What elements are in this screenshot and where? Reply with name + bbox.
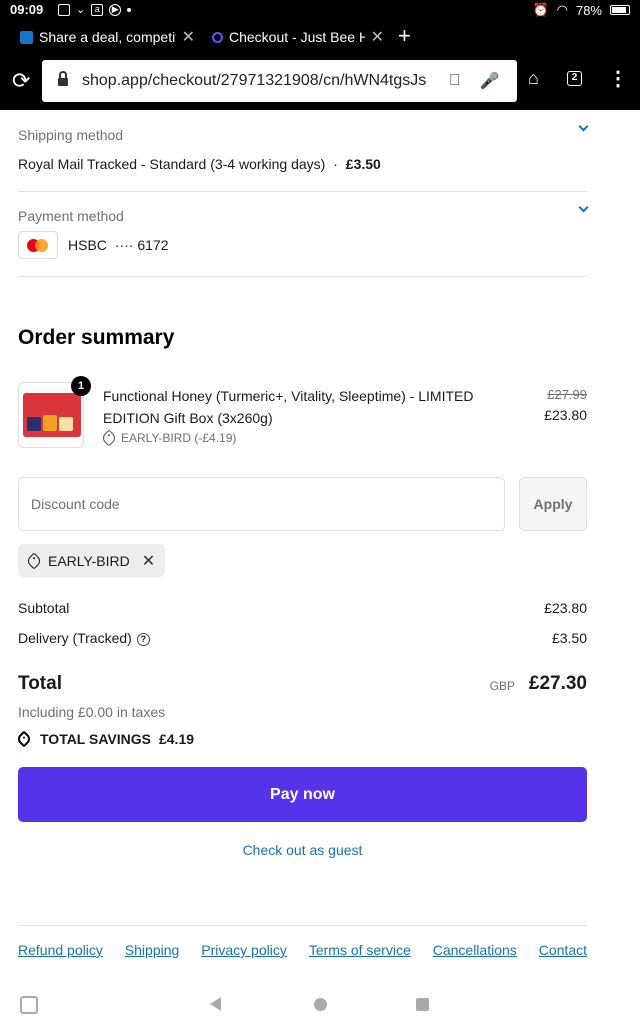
payment-card: HSBC ···· 6172 — [68, 237, 169, 253]
tab-checkout[interactable]: Checkout - Just Bee Ho ✕ — [212, 26, 384, 48]
tag-icon — [100, 429, 118, 447]
bookmark-icon[interactable]: ⎕ — [450, 72, 460, 90]
url-field[interactable]: shop.app/checkout/27971321908/cn/hWN4tgs… — [42, 60, 517, 102]
status-right: ⏰ ◠ 78% — [532, 2, 630, 18]
line-item: 1 Functional Honey (Turmeric+, Vitality,… — [18, 376, 587, 452]
close-icon[interactable]: ✕ — [182, 27, 195, 47]
play-icon: ▶ — [109, 3, 122, 16]
terms-of-service-link[interactable]: Terms of service — [309, 942, 411, 958]
tab-title: Checkout - Just Bee Ho — [229, 29, 365, 45]
remove-discount-icon[interactable]: ✕ — [142, 551, 155, 571]
card-dots: ···· — [114, 237, 134, 253]
amazon-icon: a — [91, 3, 104, 16]
tag-icon — [25, 552, 43, 569]
shipping-method-value: Royal Mail Tracked - Standard (3-4 worki… — [18, 156, 381, 172]
shipping-method-label: Shipping method — [18, 127, 124, 143]
notification-icons: ⌄ a ▶ — [58, 3, 132, 16]
privacy-policy-link[interactable]: Privacy policy — [201, 942, 287, 958]
total-savings: TOTAL SAVINGS £4.19 — [15, 730, 195, 748]
apply-button[interactable]: Apply — [519, 477, 587, 531]
savings-label: TOTAL SAVINGS — [40, 731, 151, 747]
delivery-label-wrap: Delivery (Tracked)? — [18, 630, 150, 646]
original-price: £27.99 — [547, 387, 587, 402]
product-name: Functional Honey (Turmeric+, Vitality, S… — [103, 388, 474, 426]
menu-icon[interactable]: ⋮ — [608, 66, 628, 91]
guest-checkout-link: Check out as guest — [18, 842, 587, 858]
wifi-icon: ◠ — [556, 2, 568, 17]
payment-method-section[interactable]: Payment method HSBC ···· 6172 — [18, 192, 589, 277]
shipping-link[interactable]: Shipping — [125, 942, 180, 958]
total-currency: GBP — [489, 679, 515, 693]
battery-icon — [610, 5, 630, 15]
back-icon[interactable] — [210, 997, 221, 1011]
delivery-value: £3.50 — [551, 630, 587, 646]
battery-percent: 78% — [575, 2, 602, 18]
close-icon[interactable]: ✕ — [371, 27, 384, 47]
guest-checkout-text[interactable]: Check out as guest — [243, 842, 363, 858]
checkout-content: Shipping method Royal Mail Tracked - Sta… — [15, 110, 589, 958]
chevron-down-icon[interactable] — [578, 121, 589, 132]
cancellations-link[interactable]: Cancellations — [433, 942, 517, 958]
pay-now-button[interactable]: Pay now — [18, 767, 587, 822]
url-text[interactable]: shop.app/checkout/27971321908/cn/hWN4tgs… — [82, 72, 442, 90]
new-tab-icon[interactable]: + — [398, 23, 411, 49]
discounted-price: £23.80 — [544, 407, 587, 423]
shipping-method-name: Royal Mail Tracked - Standard (3-4 worki… — [18, 156, 326, 172]
card-last4: 6172 — [137, 237, 169, 253]
discount-code-input[interactable] — [18, 477, 505, 531]
subtotal-label: Subtotal — [18, 600, 70, 616]
total-label: Total — [18, 673, 62, 694]
hotukdeals-favicon-icon — [20, 30, 33, 44]
address-bar: ⟳ shop.app/checkout/27971321908/cn/hWN4t… — [0, 52, 640, 110]
shipping-method-section[interactable]: Shipping method Royal Mail Tracked - Sta… — [18, 110, 589, 192]
tab-hotukdeals[interactable]: Share a deal, competit ✕ — [20, 26, 195, 48]
home-icon[interactable]: ⌂ — [528, 68, 539, 89]
savings-value: £4.19 — [158, 731, 195, 747]
tab-count-button[interactable]: 2 — [567, 71, 582, 86]
recent-apps-icon[interactable] — [416, 998, 429, 1011]
tab-title: Share a deal, competit — [39, 29, 176, 45]
order-summary-title: Order summary — [18, 326, 175, 349]
mic-icon[interactable]: 🎤 — [480, 71, 500, 91]
more-notifications-icon — [127, 7, 132, 12]
separator: · — [333, 156, 338, 172]
lock-icon — [58, 71, 68, 87]
navigation-bar — [0, 988, 640, 1024]
refund-policy-link[interactable]: Refund policy — [18, 942, 103, 958]
tab-strip: Share a deal, competit ✕ Checkout - Just… — [0, 20, 640, 52]
total-value: £27.30 — [528, 673, 587, 694]
applied-discount-chip: EARLY-BIRD ✕ — [18, 544, 166, 577]
subtotal-value: £23.80 — [544, 600, 587, 616]
quantity-badge: 1 — [71, 376, 91, 396]
chevron-down-icon[interactable] — [578, 202, 589, 213]
status-time: 09:09 — [10, 2, 44, 17]
tag-icon — [15, 730, 33, 748]
applied-code: EARLY-BIRD — [48, 552, 130, 569]
item-discount: EARLY-BIRD (-£4.19) — [100, 429, 237, 447]
mastercard-icon — [18, 231, 58, 259]
footer-links: Refund policy Shipping Privacy policy Te… — [18, 942, 587, 958]
delivery-label: Delivery (Tracked) — [18, 630, 132, 646]
payment-method-label: Payment method — [18, 208, 124, 224]
item-discount-text: EARLY-BIRD (-£4.19) — [121, 431, 237, 445]
shop-favicon-icon — [212, 31, 223, 43]
contact-link[interactable]: Contact — [539, 942, 587, 958]
reload-icon[interactable]: ⟳ — [12, 68, 30, 94]
chevron-icon: ⌄ — [76, 4, 86, 16]
alarm-icon: ⏰ — [532, 2, 549, 17]
shipping-price: £3.50 — [345, 156, 381, 172]
assistant-icon[interactable] — [20, 996, 38, 1014]
bank-name: HSBC — [68, 237, 107, 253]
footer-divider — [18, 925, 587, 926]
gallery-icon — [58, 3, 70, 16]
taxes-note: Including £0.00 in taxes — [18, 704, 166, 720]
status-bar: 09:09 ⌄ a ▶ ⏰ ◠ 78% — [0, 0, 640, 20]
home-button-icon[interactable] — [314, 998, 327, 1011]
help-icon[interactable]: ? — [136, 633, 150, 646]
